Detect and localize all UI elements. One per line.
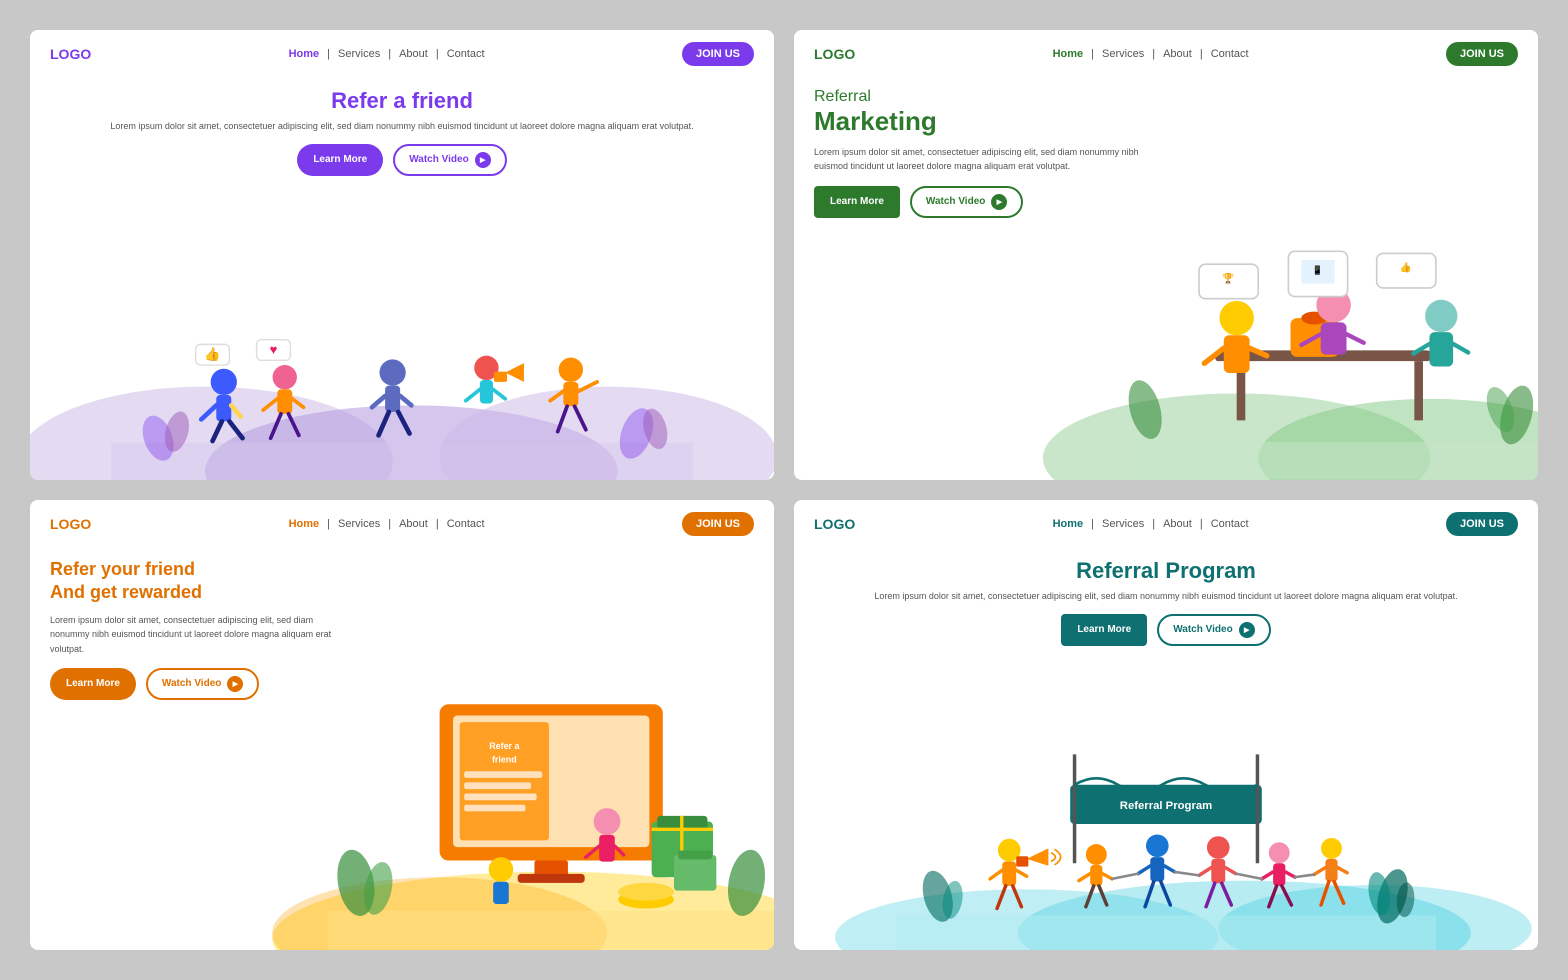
- play-icon-4: ▶: [1239, 622, 1255, 638]
- nav-contact-3[interactable]: Contact: [447, 518, 485, 530]
- btn-row-3: Learn More Watch Video ▶: [50, 668, 345, 700]
- logo-4: LOGO: [814, 516, 855, 532]
- learn-more-button-2[interactable]: Learn More: [814, 186, 900, 218]
- btn-row-2: Learn More Watch Video ▶: [814, 186, 1146, 218]
- logo-3: LOGO: [50, 516, 91, 532]
- title-1: Refer a friend: [50, 88, 754, 114]
- nav-links-1: Home | Services | About | Contact: [289, 48, 485, 60]
- play-icon-1: ▶: [475, 152, 491, 168]
- navbar-1: LOGO Home | Services | About | Contact J…: [30, 30, 774, 78]
- nav-home-3[interactable]: Home: [289, 518, 320, 530]
- join-button-2[interactable]: JOIN US: [1446, 42, 1518, 66]
- nav-about-1[interactable]: About: [399, 48, 428, 60]
- content-4: Referral Program Lorem ipsum dolor sit a…: [794, 548, 1538, 950]
- nav-contact-2[interactable]: Contact: [1211, 48, 1249, 60]
- join-button-4[interactable]: JOIN US: [1446, 512, 1518, 536]
- nav-links-4: Home | Services | About | Contact: [1053, 518, 1249, 530]
- nav-contact-1[interactable]: Contact: [447, 48, 485, 60]
- nav-services-2[interactable]: Services: [1102, 48, 1144, 60]
- title-sm-2: Referral: [814, 88, 1146, 106]
- svg-text:🏆: 🏆: [1222, 273, 1234, 285]
- logo-2: LOGO: [814, 46, 855, 62]
- svg-text:👍: 👍: [204, 346, 220, 361]
- watch-video-button-3[interactable]: Watch Video ▶: [146, 668, 259, 700]
- title-lg-2: Marketing: [814, 106, 1146, 137]
- nav-home-1[interactable]: Home: [289, 48, 320, 60]
- svg-text:Referral Program: Referral Program: [1120, 800, 1212, 812]
- nav-services-3[interactable]: Services: [338, 518, 380, 530]
- title-3: Refer your friend And get rewarded: [50, 558, 345, 605]
- text-section-3: Refer your friend And get rewarded Lorem…: [30, 548, 365, 950]
- subtitle-3: Lorem ipsum dolor sit amet, consectetuer…: [50, 613, 345, 656]
- learn-more-button-4[interactable]: Learn More: [1061, 614, 1147, 646]
- teal-scene: Referral Program: [794, 689, 1538, 950]
- card-referral-marketing: LOGO Home | Services | About | Contact J…: [794, 30, 1538, 480]
- subtitle-1: Lorem ipsum dolor sit amet, consectetuer…: [50, 120, 754, 134]
- content-1: Refer a friend Lorem ipsum dolor sit ame…: [30, 78, 774, 480]
- play-icon-2: ▶: [991, 194, 1007, 210]
- learn-more-button-3[interactable]: Learn More: [50, 668, 136, 700]
- join-button-3[interactable]: JOIN US: [682, 512, 754, 536]
- btn-row-4: Learn More Watch Video ▶: [814, 614, 1518, 646]
- nav-about-4[interactable]: About: [1163, 518, 1192, 530]
- subtitle-4: Lorem ipsum dolor sit amet, consectetuer…: [814, 590, 1518, 604]
- text-section-1: Refer a friend Lorem ipsum dolor sit ame…: [30, 78, 774, 176]
- play-icon-3: ▶: [227, 676, 243, 692]
- join-button-1[interactable]: JOIN US: [682, 42, 754, 66]
- orange-scene: Refer a friend: [328, 588, 774, 950]
- learn-more-button-1[interactable]: Learn More: [297, 144, 383, 176]
- svg-text:📱: 📱: [1312, 265, 1323, 275]
- text-section-4: Referral Program Lorem ipsum dolor sit a…: [794, 548, 1538, 646]
- content-3: Refer your friend And get rewarded Lorem…: [30, 548, 774, 950]
- navbar-4: LOGO Home | Services | About | Contact J…: [794, 500, 1538, 548]
- navbar-2: LOGO Home | Services | About | Contact J…: [794, 30, 1538, 78]
- nav-links-3: Home | Services | About | Contact: [289, 518, 485, 530]
- nav-about-2[interactable]: About: [1163, 48, 1192, 60]
- watch-video-button-4[interactable]: Watch Video ▶: [1157, 614, 1270, 646]
- nav-home-4[interactable]: Home: [1053, 518, 1084, 530]
- svg-text:♥: ♥: [270, 341, 278, 356]
- purple-scene: 👍 ♥: [30, 199, 774, 480]
- nav-contact-4[interactable]: Contact: [1211, 518, 1249, 530]
- watch-video-button-2[interactable]: Watch Video ▶: [910, 186, 1023, 218]
- content-2: Referral Marketing Lorem ipsum dolor sit…: [794, 78, 1538, 480]
- logo-1: LOGO: [50, 46, 91, 62]
- nav-about-3[interactable]: About: [399, 518, 428, 530]
- svg-text:👍: 👍: [1400, 262, 1412, 274]
- svg-text:Refer a: Refer a: [489, 741, 520, 751]
- nav-services-1[interactable]: Services: [338, 48, 380, 60]
- nav-home-2[interactable]: Home: [1053, 48, 1084, 60]
- navbar-3: LOGO Home | Services | About | Contact J…: [30, 500, 774, 548]
- watch-video-button-1[interactable]: Watch Video ▶: [393, 144, 506, 176]
- btn-row-1: Learn More Watch Video ▶: [50, 144, 754, 176]
- nav-services-4[interactable]: Services: [1102, 518, 1144, 530]
- nav-links-2: Home | Services | About | Contact: [1053, 48, 1249, 60]
- subtitle-2: Lorem ipsum dolor sit amet, consectetuer…: [814, 145, 1146, 174]
- green-scene: 🏆 👍 📱: [1129, 158, 1538, 480]
- card-refer-friend: LOGO Home | Services | About | Contact J…: [30, 30, 774, 480]
- main-grid: LOGO Home | Services | About | Contact J…: [0, 0, 1568, 980]
- card-refer-rewarded: LOGO Home | Services | About | Contact J…: [30, 500, 774, 950]
- card-referral-program: LOGO Home | Services | About | Contact J…: [794, 500, 1538, 950]
- text-section-2: Referral Marketing Lorem ipsum dolor sit…: [794, 78, 1166, 480]
- svg-text:friend: friend: [492, 755, 517, 765]
- title-4: Referral Program: [814, 558, 1518, 584]
